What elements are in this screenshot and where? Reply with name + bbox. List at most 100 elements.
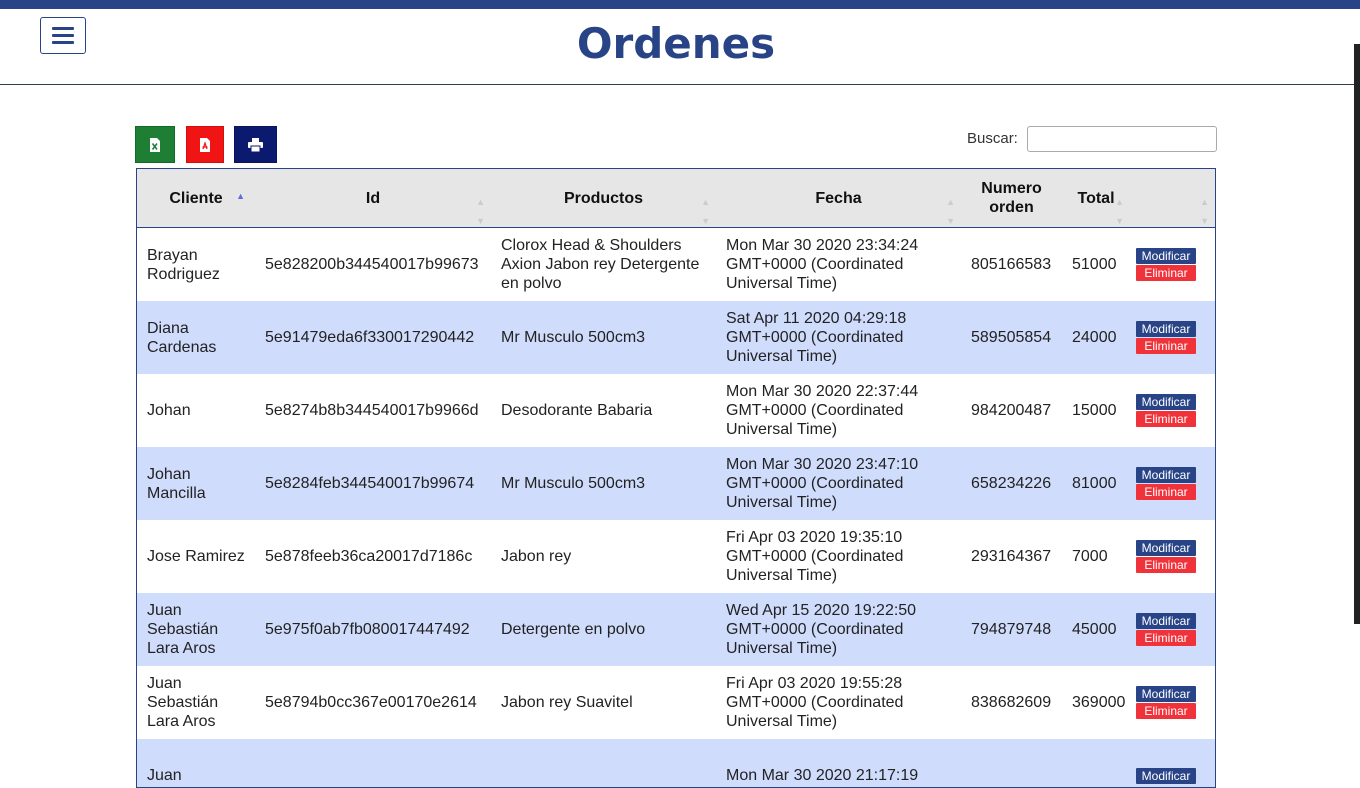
cell-cliente: Johan bbox=[137, 374, 255, 447]
col-header-cliente[interactable]: Cliente ▲ bbox=[137, 169, 255, 228]
cell-productos: Mr Musculo 500cm3 bbox=[491, 447, 716, 520]
sort-icon: ▲ ▼ bbox=[946, 197, 955, 226]
table-row: Juan Mon Mar 30 2020 21:17:19 Modificar bbox=[137, 739, 1215, 787]
sort-icon: ▲ ▼ bbox=[701, 197, 710, 226]
col-header-label: Id bbox=[365, 189, 381, 207]
cell-actions: Modificar Eliminar bbox=[1130, 666, 1215, 739]
cell-numero-orden: 293164367 bbox=[961, 520, 1062, 593]
col-header-id[interactable]: Id ▲ ▼ bbox=[255, 169, 491, 228]
cell-id: 5e8274b8b344540017b9966d bbox=[255, 374, 491, 447]
page-title: Ordenes bbox=[576, 19, 776, 68]
table-header-row: Cliente ▲ Id ▲ ▼ Productos ▲ ▼ Fecha ▲ ▼ Numero… bbox=[137, 169, 1215, 228]
table-row: Juan Sebastián Lara Aros 5e975f0ab7fb0800… bbox=[137, 593, 1215, 666]
cell-fecha: Sat Apr 11 2020 04:29:18 GMT+0000 (Coord… bbox=[716, 301, 961, 374]
cell-total: 81000 bbox=[1062, 447, 1130, 520]
sort-icon: ▲ ▼ bbox=[1115, 197, 1124, 226]
file-excel-icon bbox=[150, 137, 160, 152]
orders-table: Cliente ▲ Id ▲ ▼ Productos ▲ ▼ Fecha ▲ ▼ Numero… bbox=[136, 168, 1216, 788]
col-header-label: Fecha bbox=[815, 189, 862, 207]
cell-cliente: Juan bbox=[137, 739, 255, 787]
eliminar-button[interactable]: Eliminar bbox=[1136, 484, 1196, 500]
cell-fecha: Mon Mar 30 2020 23:34:24 GMT+0000 (Coord… bbox=[716, 227, 961, 301]
cell-total: 24000 bbox=[1062, 301, 1130, 374]
print-button[interactable] bbox=[234, 126, 277, 163]
col-header-actions[interactable]: ▲ ▼ bbox=[1130, 169, 1215, 228]
cell-numero-orden: 589505854 bbox=[961, 301, 1062, 374]
cell-numero-orden: 838682609 bbox=[961, 666, 1062, 739]
modificar-button[interactable]: Modificar bbox=[1136, 248, 1196, 264]
cell-cliente: Johan Mancilla bbox=[137, 447, 255, 520]
modificar-button[interactable]: Modificar bbox=[1136, 767, 1196, 784]
sort-asc-icon: ▲ bbox=[236, 191, 245, 201]
eliminar-button[interactable]: Eliminar bbox=[1136, 338, 1196, 354]
top-accent-bar bbox=[0, 0, 1360, 9]
cell-productos: Jabon rey bbox=[491, 520, 716, 593]
cell-actions: Modificar Eliminar bbox=[1130, 301, 1215, 374]
cell-id: 5e975f0ab7fb080017447492 bbox=[255, 593, 491, 666]
col-header-label: Total bbox=[1077, 189, 1115, 207]
cell-total: 7000 bbox=[1062, 520, 1130, 593]
cell-id: 5e8794b0cc367e00170e2614 bbox=[255, 666, 491, 739]
modificar-button[interactable]: Modificar bbox=[1136, 321, 1196, 337]
eliminar-button[interactable]: Eliminar bbox=[1136, 630, 1196, 646]
cell-id: 5e8284feb344540017b99674 bbox=[255, 447, 491, 520]
cell-id: 5e91479eda6f330017290442 bbox=[255, 301, 491, 374]
cell-cliente: Diana Cardenas bbox=[137, 301, 255, 374]
col-header-total[interactable]: Total ▲ ▼ bbox=[1062, 169, 1130, 228]
cell-cliente: Jose Ramirez bbox=[137, 520, 255, 593]
file-pdf-icon bbox=[200, 137, 210, 152]
col-header-label: Cliente bbox=[169, 189, 223, 207]
print-icon bbox=[248, 137, 263, 152]
col-header-numero-orden[interactable]: Numero orden bbox=[961, 169, 1062, 228]
cell-total: 51000 bbox=[1062, 227, 1130, 301]
modificar-button[interactable]: Modificar bbox=[1136, 467, 1196, 483]
modificar-button[interactable]: Modificar bbox=[1136, 394, 1196, 410]
cell-cliente: Juan Sebastián Lara Aros bbox=[137, 593, 255, 666]
export-pdf-button[interactable] bbox=[186, 126, 224, 163]
cell-numero-orden: 794879748 bbox=[961, 593, 1062, 666]
cell-fecha: Fri Apr 03 2020 19:55:28 GMT+0000 (Coord… bbox=[716, 666, 961, 739]
cell-fecha: Mon Mar 30 2020 21:17:19 bbox=[716, 739, 961, 787]
col-header-productos[interactable]: Productos ▲ ▼ bbox=[491, 169, 716, 228]
eliminar-button[interactable]: Eliminar bbox=[1136, 557, 1196, 573]
cell-actions: Modificar Eliminar bbox=[1130, 447, 1215, 520]
cell-total: 369000 bbox=[1062, 666, 1130, 739]
eliminar-button[interactable]: Eliminar bbox=[1136, 703, 1196, 719]
cell-actions: Modificar Eliminar bbox=[1130, 520, 1215, 593]
cell-id: 5e878feeb36ca20017d7186c bbox=[255, 520, 491, 593]
modificar-button[interactable]: Modificar bbox=[1136, 686, 1196, 702]
modificar-button[interactable]: Modificar bbox=[1136, 613, 1196, 629]
cell-fecha: Mon Mar 30 2020 23:47:10 GMT+0000 (Coord… bbox=[716, 447, 961, 520]
table-row: Juan Sebastián Lara Aros 5e8794b0cc367e00… bbox=[137, 666, 1215, 739]
cell-actions: Modificar bbox=[1130, 739, 1215, 787]
cell-productos: Jabon rey Suavitel bbox=[491, 666, 716, 739]
sort-icon: ▲ ▼ bbox=[1200, 197, 1209, 226]
table-row: Diana Cardenas 5e91479eda6f330017290442 Mr… bbox=[137, 301, 1215, 374]
col-header-label: Numero orden bbox=[981, 180, 1042, 216]
cell-productos: Desodorante Babaria bbox=[491, 374, 716, 447]
col-header-label: Productos bbox=[563, 189, 644, 207]
cell-total: 45000 bbox=[1062, 593, 1130, 666]
scrollbar[interactable] bbox=[1354, 44, 1360, 624]
search-input[interactable] bbox=[1027, 126, 1217, 152]
cell-total: 15000 bbox=[1062, 374, 1130, 447]
cell-productos: Detergente en polvo bbox=[491, 593, 716, 666]
eliminar-button[interactable]: Eliminar bbox=[1136, 265, 1196, 281]
cell-fecha: Fri Apr 03 2020 19:35:10 GMT+0000 (Coord… bbox=[716, 520, 961, 593]
table-row: Jose Ramirez 5e878feeb36ca20017d7186c Jabo… bbox=[137, 520, 1215, 593]
cell-productos bbox=[491, 739, 716, 787]
table-row: Johan Mancilla 5e8284feb344540017b99674 Mr… bbox=[137, 447, 1215, 520]
cell-numero-orden: 805166583 bbox=[961, 227, 1062, 301]
cell-actions: Modificar Eliminar bbox=[1130, 374, 1215, 447]
cell-id bbox=[255, 739, 491, 787]
cell-fecha: Mon Mar 30 2020 22:37:44 GMT+0000 (Coord… bbox=[716, 374, 961, 447]
modificar-button[interactable]: Modificar bbox=[1136, 540, 1196, 556]
cell-numero-orden: 658234226 bbox=[961, 447, 1062, 520]
cell-productos: Clorox Head & Shoulders Axion Jabon rey … bbox=[491, 227, 716, 301]
eliminar-button[interactable]: Eliminar bbox=[1136, 411, 1196, 427]
col-header-fecha[interactable]: Fecha ▲ ▼ bbox=[716, 169, 961, 228]
export-excel-button[interactable] bbox=[135, 126, 175, 163]
cell-cliente: Brayan Rodriguez bbox=[137, 227, 255, 301]
cell-total bbox=[1062, 739, 1130, 787]
cell-actions: Modificar Eliminar bbox=[1130, 227, 1215, 301]
